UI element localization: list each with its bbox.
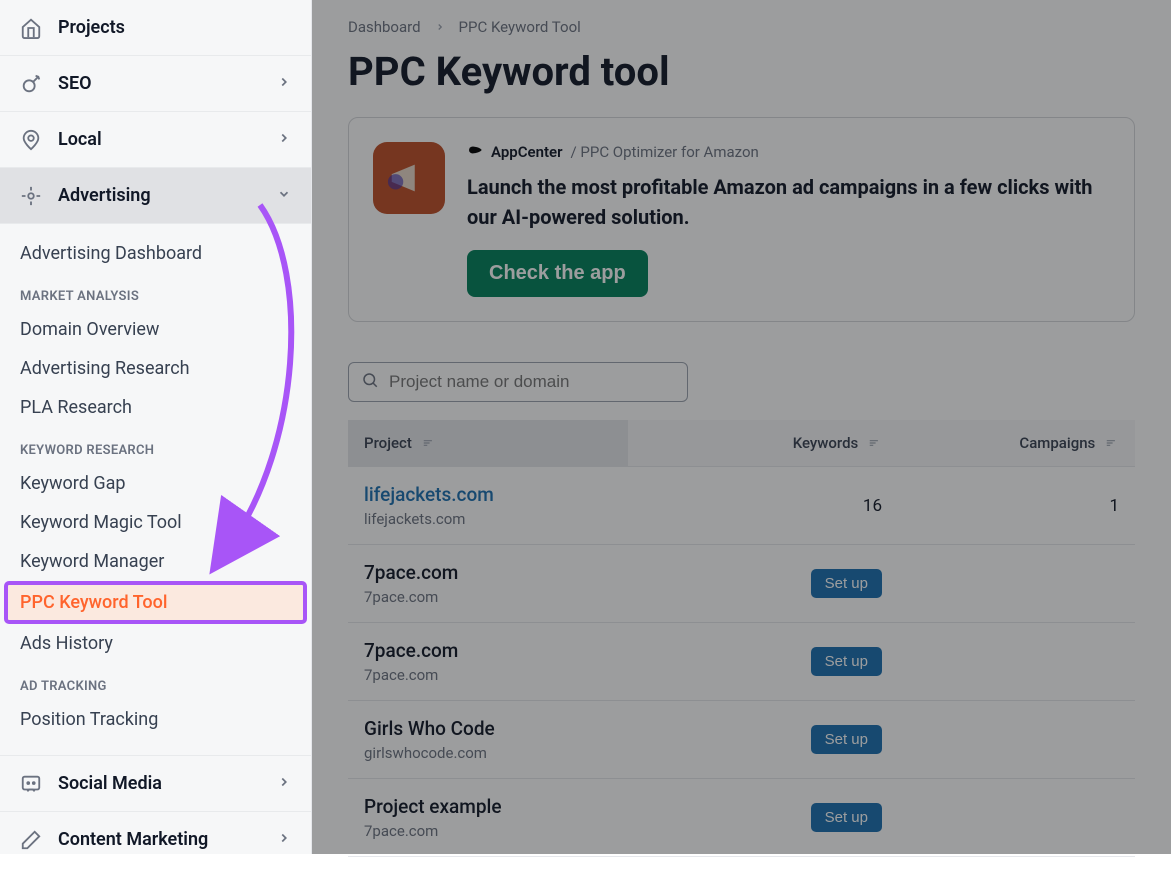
sidebar-item-content[interactable]: Content Marketing [0, 812, 311, 854]
advertising-submenu: Advertising Dashboard MARKET ANALYSIS Do… [0, 224, 311, 756]
table-row: lifejackets.com lifejackets.com 161 [348, 467, 1135, 545]
project-domain: 7pace.com [364, 588, 612, 606]
chevron-right-icon [277, 73, 291, 94]
promo-banner: AppCenter / PPC Optimizer for Amazon Lau… [348, 117, 1135, 322]
sidebar-item-ads-history[interactable]: Ads History [0, 624, 311, 663]
keywords-value: 16 [628, 467, 898, 545]
chevron-right-icon [277, 129, 291, 150]
project-name[interactable]: lifejackets.com [364, 483, 612, 506]
page-title: PPC Keyword tool [348, 48, 1135, 95]
sidebar-item-social[interactable]: Social Media [0, 756, 311, 812]
check-app-button[interactable]: Check the app [467, 250, 648, 297]
campaigns-value: 1 [898, 467, 1135, 545]
table-row: 7pace.com 7pace.com Set up [348, 623, 1135, 701]
main-content: Dashboard PPC Keyword Tool PPC Keyword t… [312, 0, 1171, 854]
group-header-keyword-research: KEYWORD RESEARCH [0, 427, 311, 464]
chevron-down-icon [277, 185, 291, 206]
sort-icon [868, 434, 882, 452]
target-icon [20, 73, 42, 95]
project-domain: lifejackets.com [364, 510, 612, 528]
sidebar-item-seo[interactable]: SEO [0, 56, 311, 112]
col-keywords[interactable]: Keywords [628, 420, 898, 467]
sidebar-label: Projects [58, 17, 125, 38]
group-header-ad-tracking: AD TRACKING [0, 663, 311, 700]
home-icon [20, 17, 42, 39]
sidebar-item-local[interactable]: Local [0, 112, 311, 168]
sidebar-label: SEO [58, 73, 92, 94]
projects-table: Project Keywords Campaigns [348, 420, 1135, 857]
sidebar-item-advertising[interactable]: Advertising [0, 168, 311, 224]
megaphone-icon [373, 142, 445, 214]
campaigns-value [898, 779, 1135, 857]
breadcrumb-dashboard[interactable]: Dashboard [348, 18, 421, 36]
sort-icon [422, 434, 436, 452]
app-name: / PPC Optimizer for Amazon [570, 143, 758, 161]
breadcrumb: Dashboard PPC Keyword Tool [348, 18, 1135, 36]
sidebar-item-ppc-keyword-tool[interactable]: PPC Keyword Tool [6, 583, 305, 622]
sidebar-item-pla-research[interactable]: PLA Research [0, 388, 311, 427]
sidebar-item-keyword-gap[interactable]: Keyword Gap [0, 464, 311, 503]
sidebar: Projects SEO Local Advertising [0, 0, 312, 854]
project-name: Girls Who Code [364, 717, 612, 740]
sidebar-item-projects[interactable]: Projects [0, 0, 311, 56]
pencil-icon [20, 829, 42, 851]
appcenter-logo-icon [467, 142, 483, 162]
sort-icon [1105, 434, 1119, 452]
location-icon [20, 129, 42, 151]
search-icon [361, 371, 379, 393]
search-input[interactable] [389, 372, 675, 392]
sidebar-item-position-tracking[interactable]: Position Tracking [0, 700, 311, 739]
sidebar-item-keyword-manager[interactable]: Keyword Manager [0, 542, 311, 581]
crosshair-icon [20, 185, 42, 207]
table-row: Girls Who Code girlswhocode.com Set up [348, 701, 1135, 779]
project-name: Project example [364, 795, 612, 818]
setup-button[interactable]: Set up [811, 569, 882, 598]
campaigns-value [898, 623, 1135, 701]
sidebar-label: Social Media [58, 773, 162, 794]
chevron-right-icon [277, 773, 291, 794]
campaigns-value [898, 545, 1135, 623]
chat-icon [20, 773, 42, 795]
chevron-right-icon [435, 18, 445, 36]
project-name: 7pace.com [364, 561, 612, 584]
setup-button[interactable]: Set up [811, 803, 882, 832]
appcenter-label: AppCenter [491, 143, 562, 161]
breadcrumb-current: PPC Keyword Tool [459, 18, 581, 36]
sidebar-item-keyword-magic[interactable]: Keyword Magic Tool [0, 503, 311, 542]
col-project[interactable]: Project [348, 420, 628, 467]
table-row: 7pace.com 7pace.com Set up [348, 545, 1135, 623]
setup-button[interactable]: Set up [811, 647, 882, 676]
project-domain: 7pace.com [364, 822, 612, 840]
project-domain: girlswhocode.com [364, 744, 612, 762]
sidebar-item-advertising-research[interactable]: Advertising Research [0, 349, 311, 388]
sidebar-label: Advertising [58, 185, 151, 206]
campaigns-value [898, 701, 1135, 779]
group-header-market-analysis: MARKET ANALYSIS [0, 273, 311, 310]
sidebar-item-adv-dashboard[interactable]: Advertising Dashboard [0, 234, 311, 273]
col-campaigns[interactable]: Campaigns [898, 420, 1135, 467]
setup-button[interactable]: Set up [811, 725, 882, 754]
chevron-right-icon [277, 829, 291, 850]
banner-text: Launch the most profitable Amazon ad cam… [467, 172, 1107, 232]
sidebar-label: Local [58, 129, 102, 150]
search-box[interactable] [348, 362, 688, 402]
project-name: 7pace.com [364, 639, 612, 662]
sidebar-label: Content Marketing [58, 829, 208, 850]
sidebar-item-domain-overview[interactable]: Domain Overview [0, 310, 311, 349]
project-domain: 7pace.com [364, 666, 612, 684]
table-row: Project example 7pace.com Set up [348, 779, 1135, 857]
